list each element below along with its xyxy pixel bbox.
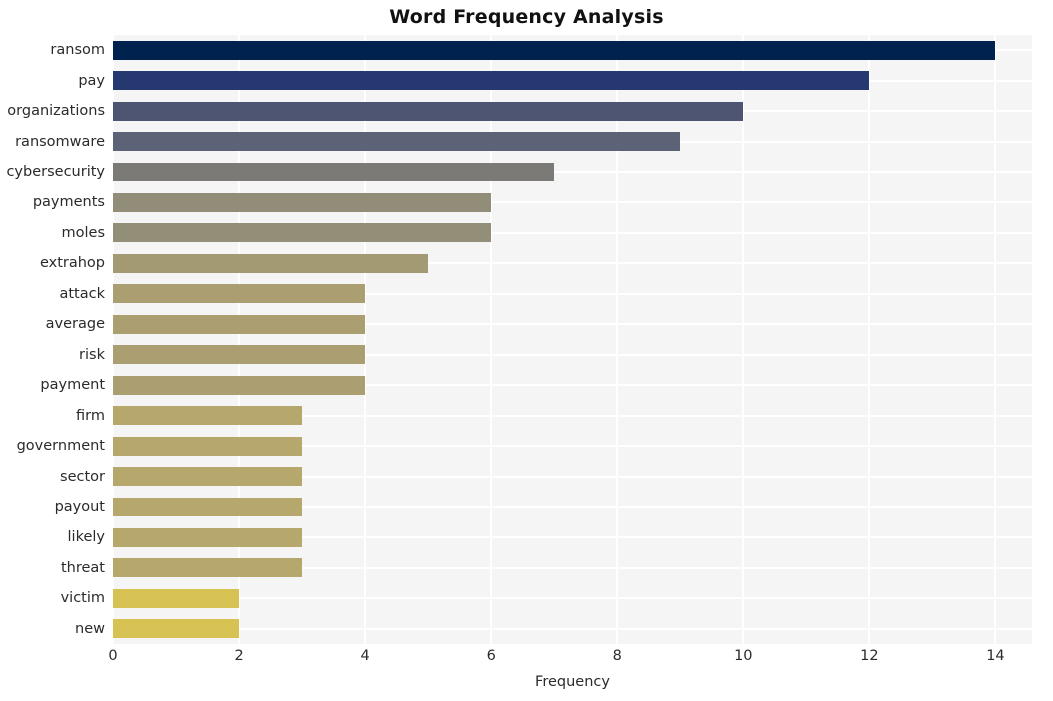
- x-gridline: [113, 35, 114, 644]
- plot-area: [113, 35, 1032, 644]
- y-tick-label: victim: [60, 590, 105, 607]
- x-tick-label: 8: [612, 648, 622, 664]
- bar: [113, 527, 303, 547]
- chart-figure: Word Frequency Analysis ransom pay organiz…: [0, 0, 1053, 701]
- x-gridline: [616, 35, 619, 644]
- bar: [113, 284, 366, 304]
- y-gridline: [113, 627, 1032, 630]
- bar: [113, 223, 492, 243]
- bar: [113, 436, 303, 456]
- bar: [113, 101, 744, 121]
- y-tick-label: ransomware: [15, 133, 105, 150]
- x-gridline: [364, 35, 367, 644]
- x-tick-label: 10: [734, 648, 753, 664]
- bar: [113, 588, 240, 608]
- x-tick-label: 14: [986, 648, 1005, 664]
- x-gridline: [868, 35, 871, 644]
- y-tick-label: attack: [59, 285, 105, 302]
- bar: [113, 40, 996, 60]
- bar: [113, 132, 681, 151]
- bar: [113, 162, 555, 182]
- y-tick-label: likely: [67, 529, 105, 546]
- bar: [113, 467, 303, 486]
- chart-title: Word Frequency Analysis: [389, 6, 664, 28]
- y-tick-label: extrahop: [39, 255, 105, 272]
- y-tick-label: payments: [32, 194, 105, 211]
- y-tick-label: firm: [76, 407, 105, 424]
- y-tick-label: pay: [78, 72, 105, 89]
- bar: [113, 558, 303, 578]
- x-tick-label: 4: [360, 648, 370, 664]
- y-tick-label: sector: [60, 468, 105, 485]
- x-tick-label: 2: [234, 648, 244, 664]
- bar: [113, 253, 429, 273]
- y-tick-label: threat: [60, 559, 105, 576]
- bar: [113, 375, 366, 395]
- y-tick-label: payout: [54, 498, 105, 515]
- y-gridline: [113, 597, 1032, 600]
- bar: [113, 345, 366, 365]
- bar: [113, 406, 303, 426]
- y-tick-label: moles: [61, 224, 106, 241]
- bar: [113, 193, 492, 212]
- y-tick-label: organizations: [7, 103, 105, 120]
- y-axis-tick-labels: ransom pay organizations ransomware cybersec…: [0, 35, 105, 644]
- y-tick-label: government: [16, 438, 105, 455]
- y-tick-label: new: [75, 620, 105, 637]
- y-tick-label: risk: [79, 346, 105, 363]
- y-tick-label: average: [45, 316, 105, 333]
- x-tick-label: 12: [860, 648, 879, 664]
- x-gridline: [994, 35, 997, 644]
- x-axis-title: Frequency: [535, 674, 610, 690]
- x-axis-tick-labels: 0 2 4 6 8 10 12 14: [0, 648, 1053, 672]
- x-tick-label: 0: [108, 648, 118, 664]
- x-gridline: [742, 35, 745, 644]
- bar: [113, 71, 870, 91]
- bar: [113, 314, 366, 334]
- x-gridline: [490, 35, 493, 644]
- bar: [113, 497, 303, 517]
- x-tick-label: 6: [486, 648, 496, 664]
- y-tick-label: cybersecurity: [6, 164, 105, 181]
- y-tick-label: payment: [40, 377, 105, 394]
- y-tick-label: ransom: [50, 42, 105, 59]
- x-gridline: [238, 35, 241, 644]
- bar: [113, 619, 240, 639]
